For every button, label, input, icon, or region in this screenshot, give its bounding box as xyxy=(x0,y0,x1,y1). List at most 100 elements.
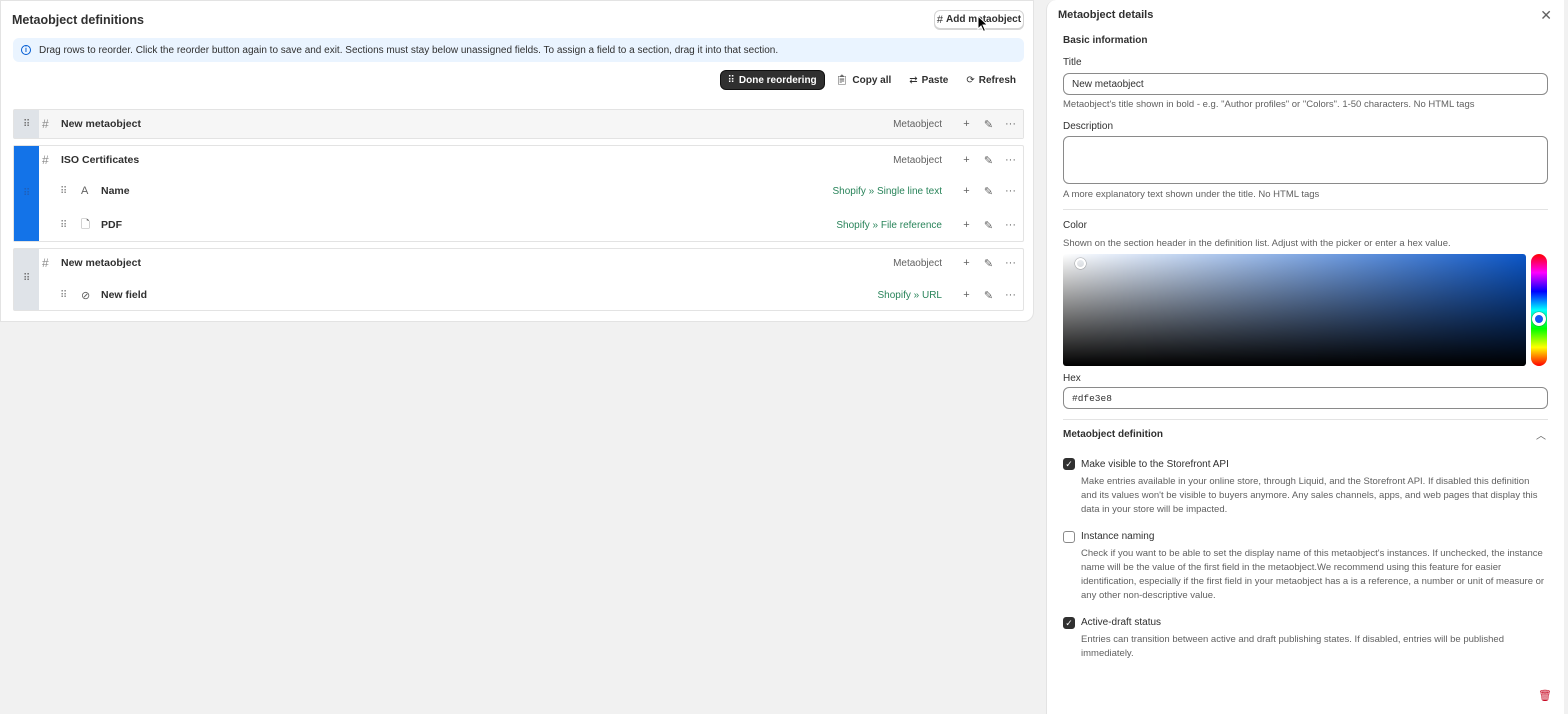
drag-handle-icon[interactable]: ⠿ xyxy=(23,119,30,130)
refresh-label: Refresh xyxy=(978,74,1016,86)
metaobject-group[interactable]: ⠿ # ISO Certificates Metaobject + ✎ ··· ⠿ … xyxy=(13,145,1024,242)
hue-slider[interactable] xyxy=(1531,254,1547,366)
info-banner-text: Drag rows to reorder. Click the reorder … xyxy=(39,44,779,56)
drag-handle-icon: ⠿ xyxy=(727,74,735,86)
done-reordering-label: Done reordering xyxy=(738,74,817,86)
hex-label: Hex xyxy=(1063,373,1081,384)
refresh-button[interactable]: ⟳ Refresh xyxy=(959,70,1023,90)
details-scroll[interactable]: Basic information Title New metaobject M… xyxy=(1047,28,1564,678)
link-icon: ⊘ xyxy=(81,289,91,302)
metaobject-title: New metaobject xyxy=(61,118,141,130)
storefront-api-label: Make visible to the Storefront API xyxy=(1081,459,1229,470)
edit-icon[interactable]: ✎ xyxy=(982,154,995,167)
section-color-bar[interactable]: ⠿ xyxy=(14,249,39,310)
instance-naming-desc: Check if you want to be able to set the … xyxy=(1081,548,1545,601)
copy-all-button[interactable]: 📋︎ Copy all xyxy=(829,70,899,90)
edit-icon[interactable]: ✎ xyxy=(982,257,995,270)
metaobject-type: Metaobject xyxy=(893,118,942,130)
copy-all-label: Copy all xyxy=(852,74,892,86)
clipboard-icon: 📋︎ xyxy=(835,74,849,86)
chevron-up-icon[interactable]: ︿ xyxy=(1536,427,1546,442)
more-icon[interactable]: ··· xyxy=(1004,118,1017,130)
more-icon[interactable]: ··· xyxy=(1004,185,1017,197)
color-saturation-picker[interactable] xyxy=(1063,254,1526,366)
divider xyxy=(1063,209,1548,210)
info-banner: i Drag rows to reorder. Click the reorde… xyxy=(13,38,1024,62)
hash-icon: # xyxy=(936,13,944,26)
edit-icon[interactable]: ✎ xyxy=(982,289,995,302)
edit-icon[interactable]: ✎ xyxy=(982,118,995,131)
add-icon[interactable]: + xyxy=(960,219,973,231)
definition-heading[interactable]: Metaobject definition xyxy=(1063,429,1163,440)
edit-icon[interactable]: ✎ xyxy=(982,185,995,198)
field-type: Shopify » URL xyxy=(877,289,942,301)
details-panel: Metaobject details ✕ Basic information T… xyxy=(1046,0,1564,714)
field-name: New field xyxy=(101,289,148,301)
drag-handle-icon[interactable]: ⠿ xyxy=(23,273,30,284)
file-icon: 🗋︎ xyxy=(81,218,90,231)
field-row[interactable]: ⠿ A Name Shopify » Single line text + ✎ ··… xyxy=(39,177,1023,205)
description-hint: A more explanatory text shown under the … xyxy=(1063,189,1320,200)
hash-icon: # xyxy=(42,117,49,131)
page-title: Metaobject definitions xyxy=(12,13,144,27)
metaobject-group[interactable]: ⠿ # New metaobject Metaobject + ✎ ··· xyxy=(13,109,1024,139)
instance-naming-checkbox[interactable] xyxy=(1063,531,1075,543)
add-icon[interactable]: + xyxy=(960,289,973,301)
field-type: Shopify » Single line text xyxy=(832,185,942,197)
paste-icon: ⇄ xyxy=(909,74,918,86)
drag-handle-icon[interactable]: ⠿ xyxy=(60,186,67,197)
hue-slider-handle[interactable] xyxy=(1532,312,1546,326)
metaobject-type: Metaobject xyxy=(893,257,942,269)
done-reordering-button[interactable]: ⠿ Done reordering xyxy=(719,70,825,90)
color-picker-handle[interactable] xyxy=(1075,258,1086,269)
drag-handle-icon[interactable]: ⠿ xyxy=(60,290,67,301)
active-draft-desc: Entries can transition between active an… xyxy=(1081,634,1504,659)
hash-icon: # xyxy=(42,256,49,270)
trash-icon[interactable]: 🗑︎ xyxy=(1538,689,1552,702)
drag-handle-icon[interactable]: ⠿ xyxy=(60,220,67,231)
field-row[interactable]: ⠿ ⊘ New field Shopify » URL + ✎ ··· xyxy=(39,281,1023,309)
paste-label: Paste xyxy=(921,74,949,86)
storefront-api-checkbox[interactable]: ✓ xyxy=(1063,458,1075,470)
metaobject-title: ISO Certificates xyxy=(61,154,140,166)
add-icon[interactable]: + xyxy=(960,185,973,197)
title-hint: Metaobject's title shown in bold - e.g. … xyxy=(1063,99,1475,110)
metaobject-header-row[interactable]: # ISO Certificates Metaobject + ✎ ··· xyxy=(39,146,1023,174)
instance-naming-label: Instance naming xyxy=(1081,531,1155,542)
more-icon[interactable]: ··· xyxy=(1004,154,1017,166)
add-icon[interactable]: + xyxy=(960,257,973,269)
active-draft-checkbox[interactable]: ✓ xyxy=(1063,617,1075,629)
metaobject-header-row[interactable]: # New metaobject Metaobject + ✎ ··· xyxy=(39,249,1023,277)
field-name: PDF xyxy=(101,219,122,231)
metaobject-title: New metaobject xyxy=(61,257,141,269)
section-color-bar[interactable]: ⠿ xyxy=(14,110,39,138)
metaobject-group[interactable]: ⠿ # New metaobject Metaobject + ✎ ··· ⠿ ⊘ … xyxy=(13,248,1024,311)
description-textarea[interactable] xyxy=(1063,136,1548,184)
hash-icon: # xyxy=(42,153,49,167)
more-icon[interactable]: ··· xyxy=(1004,289,1017,301)
add-icon[interactable]: + xyxy=(960,154,973,166)
color-hint: Shown on the section header in the defin… xyxy=(1063,238,1451,249)
add-icon[interactable]: + xyxy=(960,118,973,130)
more-icon[interactable]: ··· xyxy=(1004,257,1017,269)
edit-icon[interactable]: ✎ xyxy=(982,219,995,232)
color-label: Color xyxy=(1063,220,1087,231)
mouse-cursor-icon xyxy=(977,15,989,33)
drag-handle-icon[interactable]: ⠿ xyxy=(23,188,30,199)
text-icon: A xyxy=(81,185,89,197)
close-icon[interactable]: ✕ xyxy=(1540,7,1552,24)
more-icon[interactable]: ··· xyxy=(1004,219,1017,231)
hex-input[interactable]: #dfe3e8 xyxy=(1063,387,1548,409)
metaobject-header-row[interactable]: # New metaobject Metaobject + ✎ ··· xyxy=(39,110,1023,138)
metaobject-type: Metaobject xyxy=(893,154,942,166)
toolbar: ⠿ Done reordering 📋︎ Copy all ⇄ Paste ⟳ … xyxy=(719,70,1023,90)
title-input[interactable]: New metaobject xyxy=(1063,73,1548,95)
definitions-card: Metaobject definitions # Add metaobject … xyxy=(0,0,1034,322)
paste-button[interactable]: ⇄ Paste xyxy=(902,70,955,90)
field-row[interactable]: ⠿ 🗋︎ PDF Shopify » File reference + ✎ ··· xyxy=(39,211,1023,239)
section-color-bar[interactable]: ⠿ xyxy=(14,146,39,241)
active-draft-label: Active-draft status xyxy=(1081,617,1162,628)
divider xyxy=(1063,419,1548,420)
details-title: Metaobject details xyxy=(1058,9,1154,21)
info-icon: i xyxy=(21,45,31,55)
